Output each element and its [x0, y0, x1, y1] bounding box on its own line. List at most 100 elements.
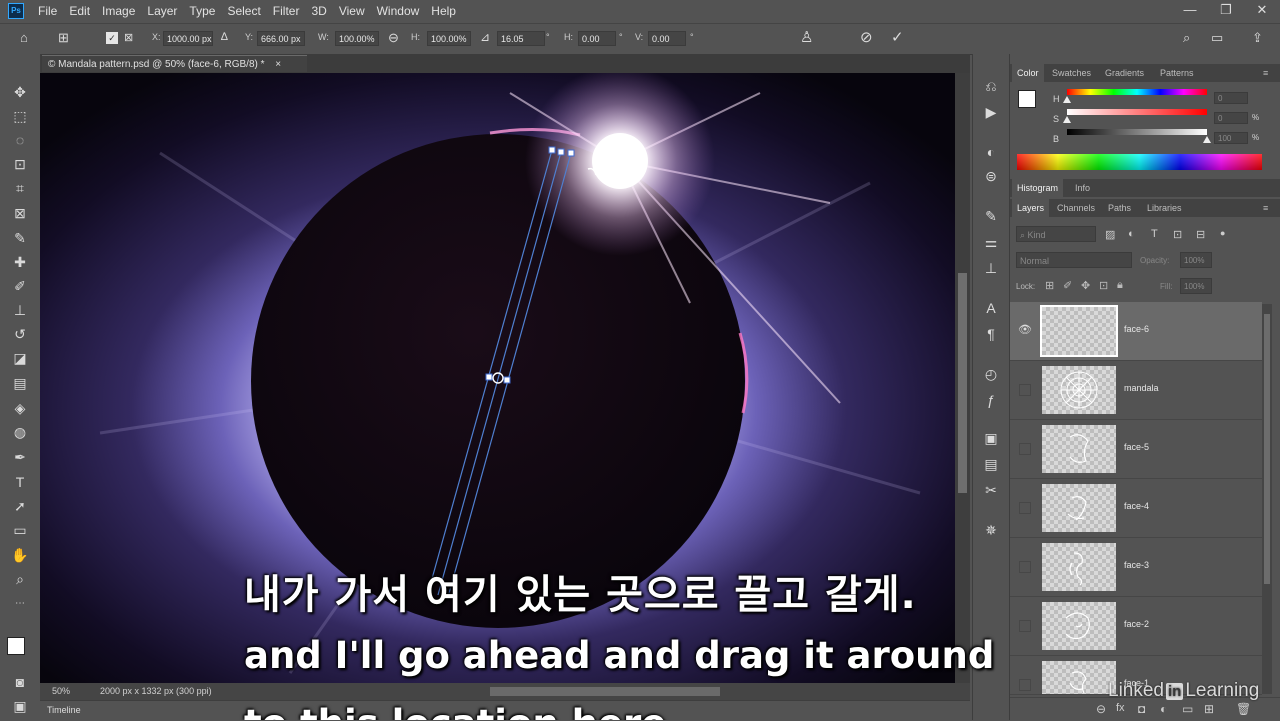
visibility-toggle[interactable] — [1019, 443, 1031, 455]
tab-layers[interactable]: Layers — [1012, 199, 1050, 217]
stamp-tool-icon[interactable]: ⊥ — [10, 300, 30, 320]
color-spectrum-ramp[interactable] — [1017, 154, 1262, 170]
canvas-vertical-scrollbar[interactable] — [955, 73, 970, 683]
canvas-horizontal-scrollbar[interactable] — [490, 687, 720, 696]
warp-icon[interactable]: ♙ — [800, 28, 813, 46]
height-input[interactable]: 100.00% — [427, 31, 471, 46]
menu-layer[interactable]: Layer — [141, 4, 183, 18]
brush-tool-icon[interactable]: ✐ — [10, 276, 30, 296]
lock-position-icon[interactable]: ✥ — [1081, 279, 1090, 292]
cancel-transform-icon[interactable]: ⊘ — [860, 28, 873, 46]
opacity-input[interactable]: 100% — [1180, 252, 1212, 268]
visibility-toggle[interactable] — [1019, 384, 1031, 396]
commit-transform-icon[interactable]: ✓ — [891, 28, 904, 46]
move-tool-icon[interactable]: ✥ — [10, 82, 30, 102]
panel-menu-icon[interactable]: ≡ — [1258, 64, 1273, 82]
vskew-input[interactable]: 0.00 — [648, 31, 686, 46]
actions-play-icon[interactable]: ▶ — [981, 102, 1001, 122]
layer-row-face-3[interactable]: face-3 — [1010, 538, 1262, 597]
character-icon[interactable]: A — [981, 298, 1001, 318]
filter-shape-icon[interactable]: ⊡ — [1173, 228, 1182, 241]
path-selection-tool-icon[interactable]: ➚ — [10, 496, 30, 516]
marquee-tool-icon[interactable]: ⬚ — [10, 106, 30, 126]
hand-tool-icon[interactable]: ✋ — [10, 545, 30, 565]
object-selection-tool-icon[interactable]: ⊡ — [10, 154, 30, 174]
styles-fx-icon[interactable]: ƒ — [981, 390, 1001, 410]
layer-row-face-4[interactable]: face-4 — [1010, 479, 1262, 538]
paragraph-icon[interactable]: ¶ — [981, 324, 1001, 344]
visibility-toggle[interactable] — [1019, 679, 1031, 691]
hskew-input[interactable]: 0.00 — [578, 31, 616, 46]
lock-transparent-icon[interactable]: ⊞ — [1045, 279, 1054, 292]
3d-icon[interactable]: ✵ — [981, 520, 1001, 540]
x-input[interactable]: 1000.00 px — [163, 31, 213, 46]
tab-libraries[interactable]: Libraries — [1142, 199, 1187, 217]
eye-icon[interactable]: 👁︎ — [1018, 323, 1032, 336]
photoshop-logo-icon[interactable]: Ps — [8, 3, 24, 19]
fill-input[interactable]: 100% — [1180, 278, 1212, 294]
workspace-icon[interactable]: ▭ — [1211, 30, 1223, 46]
filter-smart-object-icon[interactable]: ⊟ — [1196, 228, 1205, 241]
layer-row-face-2[interactable]: face-2 — [1010, 597, 1262, 656]
share-icon[interactable]: ⇪ — [1252, 30, 1263, 46]
tab-paths[interactable]: Paths — [1103, 199, 1136, 217]
filter-type-icon[interactable]: T — [1151, 228, 1158, 240]
tab-channels[interactable]: Channels — [1052, 199, 1100, 217]
eyedropper-tool-icon[interactable]: ✎ — [10, 228, 30, 248]
tab-gradients[interactable]: Gradients — [1100, 64, 1149, 82]
type-tool-icon[interactable]: T — [10, 472, 30, 492]
layers-panel-menu-icon[interactable]: ≡ — [1258, 199, 1273, 217]
clone-source-icon[interactable]: ⊥ — [981, 258, 1001, 278]
eraser-tool-icon[interactable]: ◪ — [10, 348, 30, 368]
layer-row-mandala[interactable]: mandala — [1010, 361, 1262, 420]
foreground-color-swatch[interactable] — [7, 637, 25, 655]
notes-icon[interactable]: ▤ — [981, 454, 1001, 474]
saturation-slider[interactable] — [1067, 109, 1207, 115]
blur-tool-icon[interactable]: ◈ — [10, 398, 30, 418]
link-icon[interactable]: ⊖ — [388, 30, 399, 46]
menu-filter[interactable]: Filter — [267, 4, 306, 18]
document-tab-close[interactable]: × — [275, 59, 281, 70]
color-foreground-swatch[interactable] — [1018, 90, 1036, 108]
dodge-tool-icon[interactable]: ◍ — [10, 422, 30, 442]
frame-tool-icon[interactable]: ⊠ — [10, 203, 30, 223]
menu-help[interactable]: Help — [425, 4, 462, 18]
pen-tool-icon[interactable]: ✒ — [10, 447, 30, 467]
visibility-toggle[interactable] — [1019, 561, 1031, 573]
tool-presets-icon[interactable]: ✂ — [981, 480, 1001, 500]
s-value-input[interactable]: 0 — [1214, 112, 1248, 124]
hue-slider[interactable] — [1067, 89, 1207, 95]
zoom-level[interactable]: 50% — [52, 686, 70, 696]
lasso-tool-icon[interactable]: ◌ — [10, 130, 30, 150]
tab-color[interactable]: Color — [1012, 64, 1044, 82]
y-input[interactable]: 666.00 px — [257, 31, 305, 46]
layer-comps-icon[interactable]: ▣ — [981, 428, 1001, 448]
menu-edit[interactable]: Edit — [63, 4, 96, 18]
tab-patterns[interactable]: Patterns — [1155, 64, 1199, 82]
h-value-input[interactable]: 0 — [1214, 92, 1248, 104]
history-icon[interactable]: ⎌ — [981, 76, 1001, 96]
menu-view[interactable]: View — [333, 4, 371, 18]
layer-row-face-5[interactable]: face-5 — [1010, 420, 1262, 479]
more-tools-icon[interactable]: ⋯ — [10, 594, 30, 614]
menu-3d[interactable]: 3D — [305, 4, 332, 18]
b-value-input[interactable]: 100 — [1214, 132, 1248, 144]
document-size-info[interactable]: 2000 px x 1332 px (300 ppi) — [100, 686, 212, 696]
menu-file[interactable]: File — [32, 4, 63, 18]
angle-input[interactable]: 16.05 — [497, 31, 545, 46]
menu-select[interactable]: Select — [221, 4, 266, 18]
menu-image[interactable]: Image — [96, 4, 141, 18]
crop-tool-icon[interactable]: ⌗ — [10, 178, 30, 198]
lock-all-icon[interactable]: 🔒︎ — [1117, 279, 1123, 292]
saturation-slider-thumb[interactable] — [1063, 116, 1071, 123]
brightness-slider-thumb[interactable] — [1203, 136, 1211, 143]
layer-row-face-6[interactable]: 👁︎ face-6 — [1010, 302, 1262, 361]
restore-button[interactable]: ❐ — [1208, 0, 1244, 22]
properties-icon[interactable]: ⊜ — [981, 166, 1001, 186]
hue-slider-thumb[interactable] — [1063, 96, 1071, 103]
quick-mask-icon[interactable]: ◙ — [10, 672, 30, 692]
rectangle-tool-icon[interactable]: ▭ — [10, 520, 30, 540]
menu-window[interactable]: Window — [371, 4, 426, 18]
reference-point-icon[interactable]: ⊞ — [58, 30, 69, 46]
healing-brush-tool-icon[interactable]: ✚ — [10, 252, 30, 272]
